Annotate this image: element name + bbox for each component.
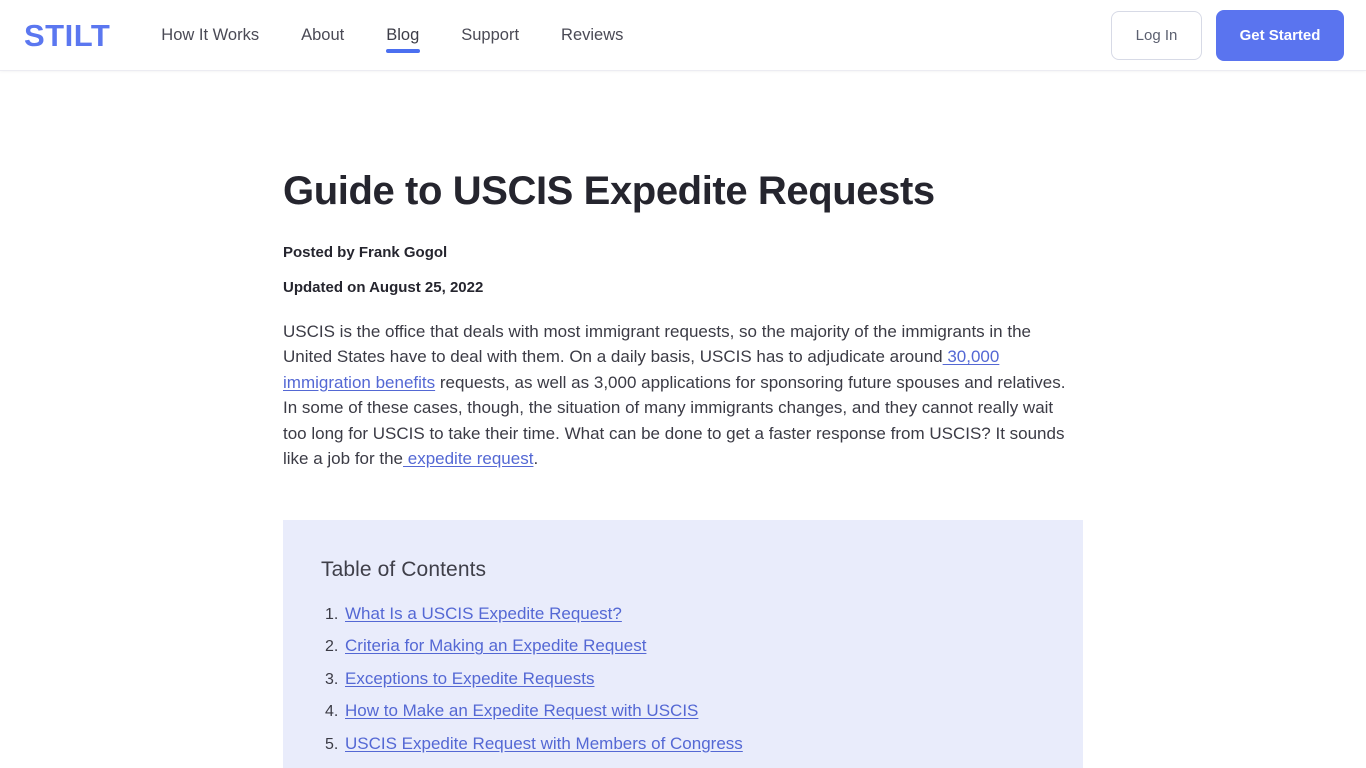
nav-label: Support <box>461 25 520 44</box>
log-in-button[interactable]: Log In <box>1111 10 1202 60</box>
paragraph-text-part-1: USCIS is the office that deals with most… <box>283 321 1031 367</box>
site-logo[interactable]: STILT <box>24 20 110 51</box>
list-item: What Is a USCIS Expedite Request? <box>325 604 1045 624</box>
list-item: How to Make an Expedite Request with USC… <box>325 701 1045 721</box>
main-navigation: How It Works About Blog Support Reviews <box>140 0 644 71</box>
table-of-contents-list: What Is a USCIS Expedite Request? Criter… <box>321 582 1045 768</box>
site-header: STILT How It Works About Blog Support Re… <box>0 0 1366 71</box>
nav-label: Reviews <box>561 25 624 44</box>
nav-label: Blog <box>386 25 420 44</box>
link-expedite-request[interactable]: expedite request <box>403 449 534 468</box>
blog-article: Guide to USCIS Expedite Requests Posted … <box>283 71 1083 768</box>
header-actions: Log In Get Started <box>1111 9 1344 61</box>
nav-item-reviews[interactable]: Reviews <box>540 0 644 71</box>
table-of-contents-title: Table of Contents <box>321 557 487 581</box>
table-of-contents: Table of Contents What Is a USCIS Expedi… <box>283 519 1083 768</box>
paragraph-text-part-3: . <box>533 449 539 469</box>
toc-link-5[interactable]: USCIS Expedite Request with Members of C… <box>345 734 743 754</box>
toc-link-4[interactable]: How to Make an Expedite Request with USC… <box>345 701 698 721</box>
list-item: USCIS Expedite Request with Members of C… <box>325 734 1045 754</box>
toc-link-3[interactable]: Exceptions to Expedite Requests <box>345 669 594 689</box>
toc-link-2[interactable]: Criteria for Making an Expedite Request <box>345 636 646 656</box>
active-tab-indicator <box>385 49 420 53</box>
toc-link-1[interactable]: What Is a USCIS Expedite Request? <box>345 604 622 624</box>
nav-label: About <box>301 25 345 44</box>
page-content: Guide to USCIS Expedite Requests Posted … <box>0 71 1366 768</box>
list-item: Criteria for Making an Expedite Request <box>325 636 1045 656</box>
nav-item-how-it-works[interactable]: How It Works <box>140 0 280 71</box>
get-started-button[interactable]: Get Started <box>1216 9 1344 61</box>
post-author: Posted by Frank Gogol <box>283 243 448 261</box>
nav-item-support[interactable]: Support <box>440 0 540 71</box>
nav-item-about[interactable]: About <box>280 0 365 71</box>
list-item: Exceptions to Expedite Requests <box>325 669 1045 689</box>
nav-item-blog[interactable]: Blog <box>365 0 440 71</box>
post-updated-date: Updated on August 25, 2022 <box>283 278 484 296</box>
intro-paragraph: USCIS is the office that deals with most… <box>283 296 1079 472</box>
nav-label: How It Works <box>161 25 260 44</box>
page-title: Guide to USCIS Expedite Requests <box>283 169 935 213</box>
